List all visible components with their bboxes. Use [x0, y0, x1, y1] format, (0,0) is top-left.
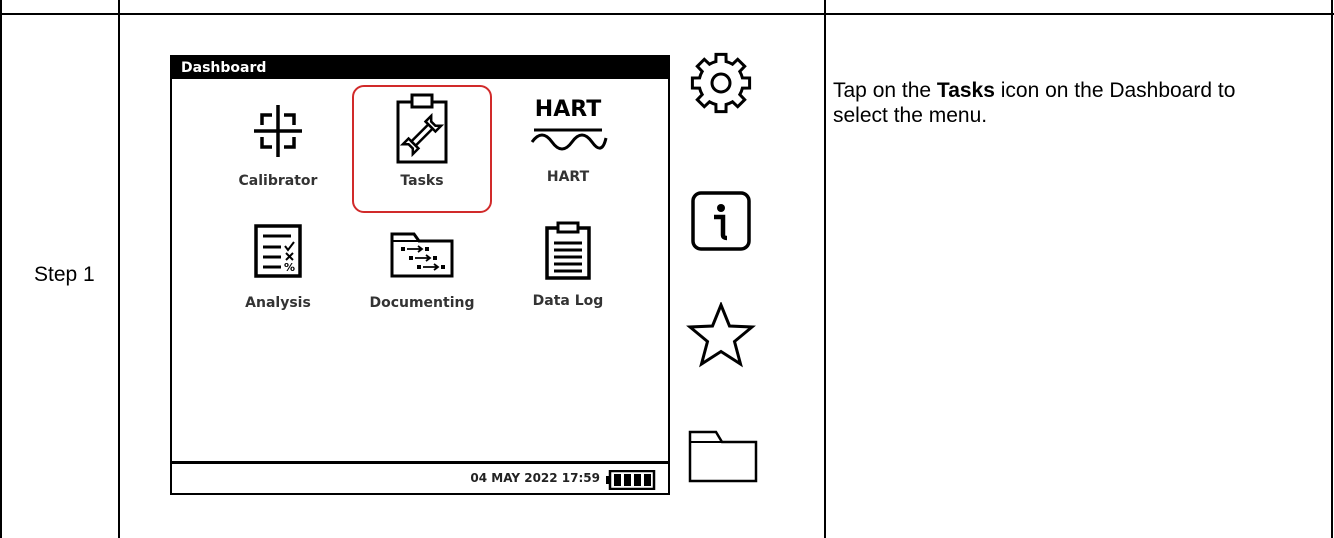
battery-bar [614, 474, 621, 486]
app-label: HART [546, 169, 590, 185]
hart-wave-icon: HART [528, 97, 608, 157]
app-tasks[interactable]: Tasks [352, 93, 492, 189]
table-top-border [0, 13, 1334, 15]
instruction-text: Tap on the Tasks icon on the Dashboard t… [833, 78, 1273, 128]
app-label: Tasks [400, 173, 444, 189]
folder-icon[interactable] [688, 428, 758, 484]
instruction-bold: Tasks [936, 79, 995, 102]
step-label: Step 1 [34, 263, 95, 286]
app-documenting[interactable]: Documenting [352, 227, 492, 311]
crosshair-icon [254, 105, 302, 157]
info-icon[interactable] [690, 190, 752, 252]
hart-logo-text: HART [534, 97, 602, 122]
clipboard-wrench-icon [396, 93, 448, 164]
battery-icon [606, 470, 656, 490]
app-label: Data Log [532, 293, 604, 309]
app-label: Calibrator [238, 173, 318, 189]
battery-bar [634, 474, 641, 486]
app-label: Documenting [369, 295, 475, 311]
instruction-prefix: Tap on the [833, 79, 937, 102]
table-left-border [0, 0, 2, 538]
battery-bar [624, 474, 631, 486]
table-right-border [1331, 0, 1333, 538]
table-column-divider-1 [118, 0, 120, 538]
gear-icon[interactable] [688, 50, 754, 116]
dashboard-title: Dashboard [172, 57, 668, 79]
checklist-icon: % [254, 224, 302, 278]
clipboard-list-icon [545, 221, 591, 280]
battery-bar [644, 474, 651, 486]
app-analysis[interactable]: % Analysis [208, 223, 348, 311]
app-label: Analysis [245, 295, 311, 311]
folder-flow-icon [390, 232, 454, 278]
status-datetime: 04 MAY 2022 17:59 [470, 471, 600, 485]
app-data-log[interactable]: Data Log [498, 221, 638, 309]
table-column-divider-2 [824, 0, 826, 538]
star-icon[interactable] [686, 302, 756, 368]
device-screen: Dashboard Calibrator Tasks HART HART % A… [170, 55, 670, 495]
status-bar: 04 MAY 2022 17:59 [172, 461, 668, 493]
svg-text:%: % [284, 261, 295, 274]
app-calibrator[interactable]: Calibrator [208, 101, 348, 189]
app-hart[interactable]: HART HART [498, 97, 638, 185]
